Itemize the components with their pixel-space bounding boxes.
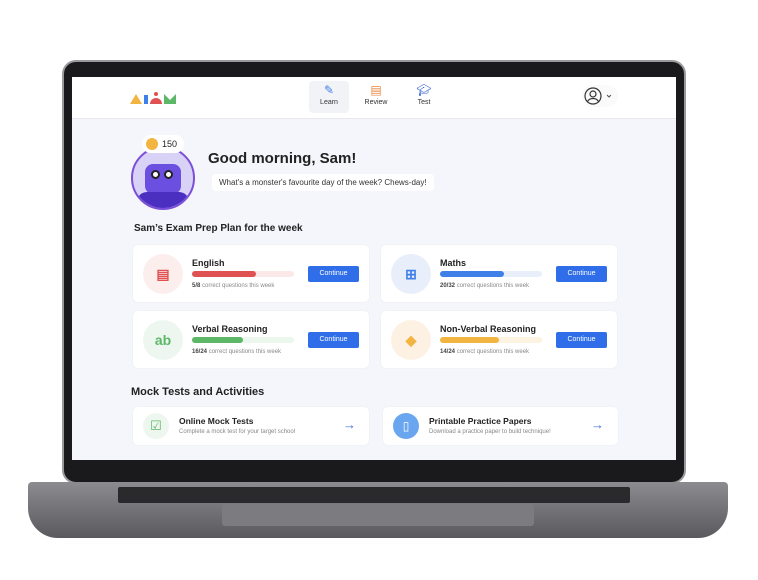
arrow-right-icon[interactable]: → xyxy=(591,417,604,432)
subject-name: Non-Verbal Reasoning xyxy=(440,324,537,334)
card-title: Online Mock Tests xyxy=(179,416,254,426)
app-screen: ✎ Learn ▤ Review 🎓︎ Test 150 Good morning, … xyxy=(72,77,676,460)
checklist-icon: ☑ xyxy=(143,413,169,439)
nav-label: Test xyxy=(417,99,431,106)
letter-blocks-icon: ab xyxy=(143,320,183,360)
monster-body xyxy=(137,192,189,208)
subject-name: Maths xyxy=(440,258,467,268)
top-bar: ✎ Learn ▤ Review 🎓︎ Test xyxy=(72,77,676,119)
pencil-icon: ✎ xyxy=(323,83,335,97)
arrow-right-icon[interactable]: → xyxy=(343,417,356,432)
continue-button[interactable]: Continue xyxy=(556,266,607,282)
nav-review[interactable]: ▤ Review xyxy=(356,81,396,113)
coin-count: 150 xyxy=(162,139,178,149)
continue-button[interactable]: Continue xyxy=(308,266,359,282)
card-title: Printable Practice Papers xyxy=(429,416,532,426)
progress-caption: 20/32 correct questions this week xyxy=(440,283,530,289)
greeting: Good morning, Sam! xyxy=(208,150,357,167)
monster-eye xyxy=(151,170,160,179)
progress-fill xyxy=(192,271,256,277)
progress-fill xyxy=(440,271,504,277)
books-icon: ▤ xyxy=(370,83,382,97)
progress-track xyxy=(440,271,542,277)
progress-fill xyxy=(192,337,243,343)
progress-caption: 16/24 correct questions this week xyxy=(192,349,282,355)
coin-badge: 150 xyxy=(142,135,184,153)
progress-track xyxy=(440,337,542,343)
continue-button[interactable]: Continue xyxy=(308,332,359,348)
card-desc: Download a practice paper to build techn… xyxy=(429,429,551,435)
joke-bubble: What's a monster's favourite day of the … xyxy=(212,174,434,191)
graduation-cap-icon: 🎓︎ xyxy=(416,83,432,97)
nav-test[interactable]: 🎓︎ Test xyxy=(404,81,444,113)
monster-face xyxy=(145,164,181,194)
document-icon: ▯ xyxy=(393,413,419,439)
online-mock-tests-card[interactable]: ☑ Online Mock Tests Complete a mock test… xyxy=(133,407,369,445)
printable-papers-card[interactable]: ▯ Printable Practice Papers Download a p… xyxy=(383,407,618,445)
progress-track xyxy=(192,271,294,277)
mock-title: Mock Tests and Activities xyxy=(131,386,265,398)
subject-card[interactable]: ab Verbal Reasoning 16/24 correct questi… xyxy=(133,311,369,368)
nav-label: Review xyxy=(364,99,388,106)
progress-caption: 14/24 correct questions this week xyxy=(440,349,530,355)
plan-title: Sam’s Exam Prep Plan for the week xyxy=(134,223,303,234)
chevron-down-icon xyxy=(606,94,612,98)
nav-learn[interactable]: ✎ Learn xyxy=(309,81,349,113)
nav-label: Learn xyxy=(320,99,338,106)
calculator-icon: ⊞ xyxy=(391,254,431,294)
monster-eye xyxy=(164,170,173,179)
progress-track xyxy=(192,337,294,343)
card-desc: Complete a mock test for your target sch… xyxy=(179,429,296,435)
avatar[interactable] xyxy=(131,146,195,210)
subject-card[interactable]: ⊞ Maths 20/32 correct questions this wee… xyxy=(381,245,617,302)
subject-card[interactable]: ◆ Non-Verbal Reasoning 14/24 correct que… xyxy=(381,311,617,368)
progress-caption: 5/8 correct questions this week xyxy=(192,283,275,289)
progress-fill xyxy=(440,337,500,343)
subject-name: Verbal Reasoning xyxy=(192,324,268,334)
trackpad xyxy=(222,504,534,526)
user-icon xyxy=(584,87,612,105)
subject-name: English xyxy=(192,258,225,268)
shapes-icon: ◆ xyxy=(391,320,431,360)
keyboard xyxy=(118,487,630,503)
atom-logo[interactable] xyxy=(130,91,182,105)
account-menu[interactable] xyxy=(582,85,618,107)
coin-icon xyxy=(146,138,158,150)
continue-button[interactable]: Continue xyxy=(556,332,607,348)
book-icon: ▤ xyxy=(143,254,183,294)
subject-card[interactable]: ▤ English 5/8 correct questions this wee… xyxy=(133,245,369,302)
